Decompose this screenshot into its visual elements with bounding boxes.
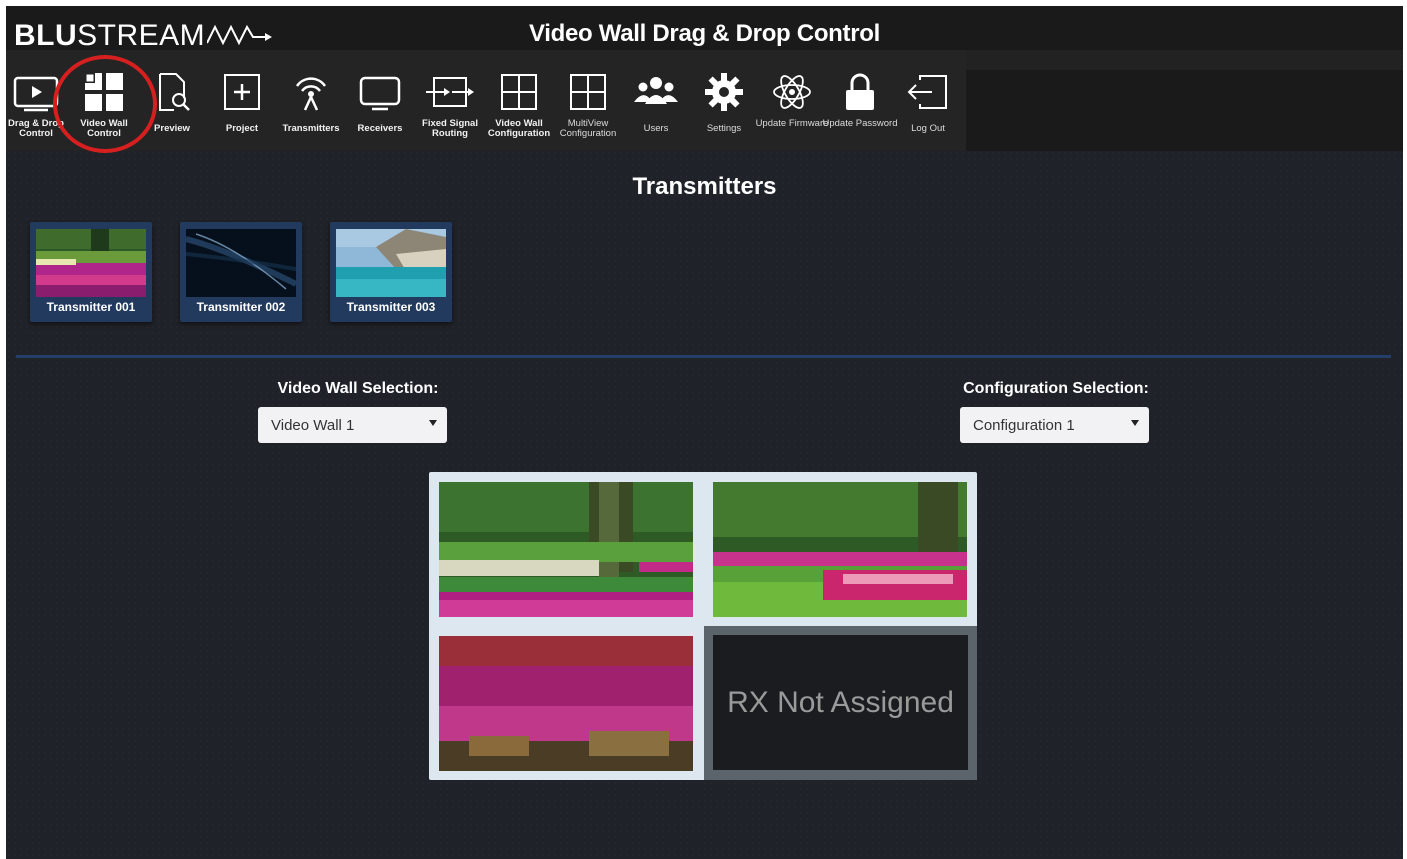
- transmitters-heading: Transmitters: [632, 173, 777, 200]
- play-screen-icon: [13, 76, 59, 112]
- toolbar-item-settings[interactable]: Settings: [690, 64, 758, 144]
- header: BLU STREAM Video Wall Drag & Drop Control…: [6, 6, 1403, 153]
- rx-not-assigned-text: RX Not Assigned: [713, 635, 968, 770]
- grid-icon: [570, 74, 606, 110]
- logout-icon: [907, 75, 947, 109]
- antenna-icon: [295, 77, 327, 111]
- document-search-icon: [159, 73, 190, 111]
- wall-screen-top-left[interactable]: [439, 482, 693, 617]
- toolbar-item-video-wall-control[interactable]: Video Wall Control: [70, 64, 138, 144]
- transmitter-thumbnail: [336, 229, 446, 297]
- toolbar-item-update-password[interactable]: Update Password: [823, 64, 897, 144]
- video-wall-select[interactable]: Video Wall 1: [258, 407, 447, 443]
- toolbar-item-video-wall-configuration[interactable]: Video Wall Configuration: [485, 64, 553, 144]
- toolbar-item-log-out[interactable]: Log Out: [894, 64, 962, 144]
- chevron-down-icon: [1131, 420, 1139, 426]
- transmitter-name: Transmitter 002: [196, 300, 286, 314]
- configuration-select[interactable]: Configuration 1: [960, 407, 1149, 443]
- toolbar-item-update-firmware[interactable]: Update Firmware: [756, 64, 828, 144]
- section-divider: [16, 355, 1391, 358]
- video-wall-selection-label: Video Wall Selection:: [277, 380, 439, 397]
- users-icon: [634, 77, 678, 104]
- grid-icon: [501, 74, 537, 110]
- lock-icon: [846, 73, 874, 110]
- transmitter-thumbnail: [36, 229, 146, 297]
- toolbar-item-drag-drop-control[interactable]: Drag & Drop Control: [6, 64, 70, 144]
- toolbar-item-transmitters[interactable]: Transmitters: [277, 64, 345, 144]
- gear-icon: [705, 73, 743, 111]
- transmitter-name: Transmitter 001: [46, 300, 136, 314]
- video-wall-grid: RX Not Assigned: [429, 472, 977, 780]
- chevron-down-icon: [429, 420, 437, 426]
- four-square-grid-icon: [85, 73, 123, 111]
- wall-screen-bottom-left[interactable]: [439, 636, 693, 771]
- toolbar-item-project[interactable]: Project: [208, 64, 276, 144]
- toolbar-item-multiview-configuration[interactable]: MultiView Configuration: [554, 64, 622, 144]
- monitor-icon: [359, 76, 401, 111]
- toolbar-item-preview[interactable]: Preview: [138, 64, 206, 144]
- toolbar-item-fixed-signal-routing[interactable]: Fixed Signal Routing: [416, 64, 484, 144]
- configuration-selection-label: Configuration Selection:: [963, 380, 1149, 397]
- transmitter-card[interactable]: Transmitter 002: [180, 222, 302, 322]
- transmitter-thumbnail: [186, 229, 296, 297]
- transmitter-card[interactable]: Transmitter 003: [330, 222, 452, 322]
- wall-screen-top-right[interactable]: [713, 482, 967, 617]
- app-window: BLU STREAM Video Wall Drag & Drop Control…: [6, 6, 1403, 859]
- routing-arrows-icon: [426, 77, 474, 107]
- toolbar-item-users[interactable]: Users: [622, 64, 690, 144]
- toolbar-item-receivers[interactable]: Receivers: [346, 64, 414, 144]
- page-title: Video Wall Drag & Drop Control: [528, 20, 880, 47]
- transmitter-name: Transmitter 003: [346, 300, 436, 314]
- atom-icon: [773, 75, 811, 109]
- transmitter-card[interactable]: Transmitter 001: [30, 222, 152, 322]
- wall-screen-bottom-right[interactable]: RX Not Assigned: [704, 626, 977, 780]
- plus-box-icon: [224, 74, 260, 110]
